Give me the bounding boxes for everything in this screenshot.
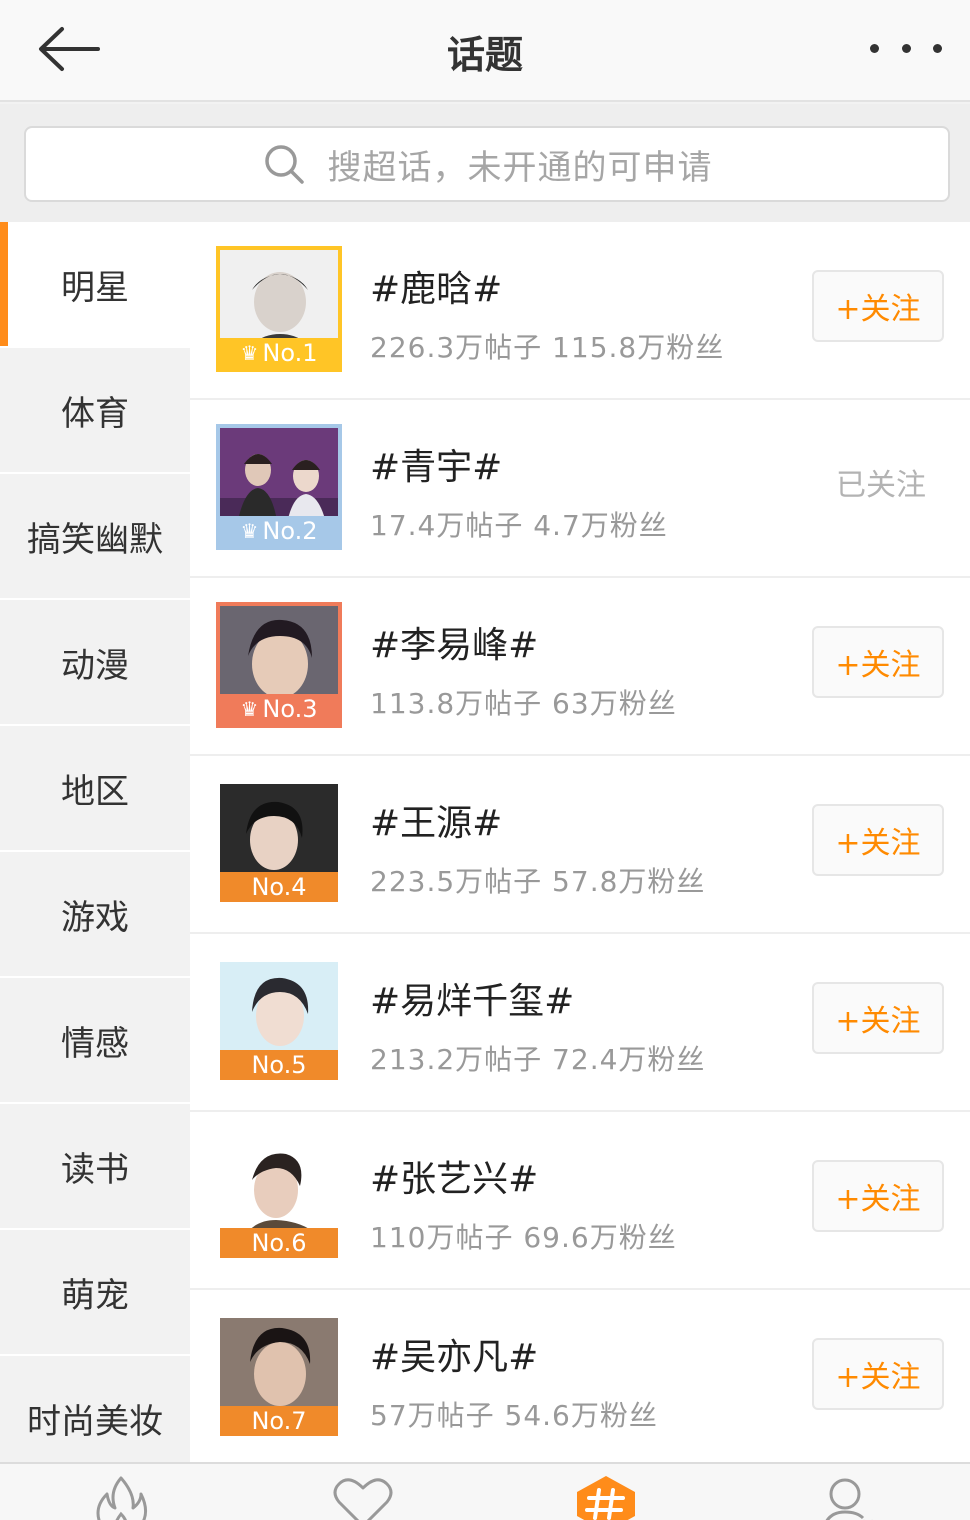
hashtag-icon	[577, 1476, 635, 1520]
follow-button[interactable]: +关注	[812, 1338, 944, 1410]
sidebar-item-comedy[interactable]: 搞笑幽默	[0, 474, 190, 600]
topic-stats: 113.8万帖子 63万粉丝	[370, 687, 677, 720]
tab-follow[interactable]	[328, 1474, 398, 1520]
topic-name: #吴亦凡#	[370, 1337, 539, 1378]
rank-badge: No.5	[220, 1050, 338, 1080]
list-item[interactable]: No.6 #张艺兴# 110万帖子 69.6万粉丝 +关注	[190, 1112, 970, 1290]
search-input[interactable]: 搜超话，未开通的可申请	[24, 126, 950, 202]
topic-stats: 213.2万帖子 72.4万粉丝	[370, 1043, 706, 1076]
sidebar-item-reading[interactable]: 读书	[0, 1104, 190, 1230]
avatar: ♛ No.3	[216, 602, 342, 728]
crown-icon: ♛	[240, 519, 259, 543]
more-dots-icon	[870, 43, 879, 53]
rank-badge: No.6	[220, 1228, 338, 1258]
rank-badge: No.7	[220, 1406, 338, 1436]
profile-hashtag-icon	[825, 1478, 873, 1520]
topic-name: #青宇#	[370, 447, 503, 488]
topic-name: #易烊千玺#	[370, 981, 575, 1022]
avatar: No.7	[216, 1314, 342, 1440]
follow-button[interactable]: +关注	[812, 270, 944, 342]
sidebar-item-emotion[interactable]: 情感	[0, 978, 190, 1104]
bottom-tab-bar	[0, 1462, 970, 1520]
list-item[interactable]: ♛ No.1 #鹿晗# 226.3万帖子 115.8万粉丝 +关注	[190, 222, 970, 400]
rank-badge: No.4	[220, 872, 338, 902]
page-title: 话题	[446, 33, 523, 77]
avatar: No.6	[216, 1136, 342, 1262]
sidebar-item-sports[interactable]: 体育	[0, 348, 190, 474]
list-item[interactable]: ♛ No.2 #青宇# 17.4万帖子 4.7万粉丝 已关注	[190, 400, 970, 578]
crown-icon: ♛	[240, 697, 259, 721]
search-placeholder: 搜超话，未开通的可申请	[327, 147, 713, 188]
search-area: 搜超话，未开通的可申请	[0, 104, 970, 222]
heart-icon	[333, 1478, 393, 1520]
follow-button[interactable]: +关注	[812, 1160, 944, 1232]
more-options-button[interactable]	[870, 28, 942, 68]
sidebar-item-games[interactable]: 游戏	[0, 852, 190, 978]
follow-button[interactable]: +关注	[812, 804, 944, 876]
topic-name: #鹿晗#	[370, 269, 503, 310]
topic-name: #张艺兴#	[370, 1159, 539, 1200]
rank-badge: ♛ No.1	[220, 338, 338, 368]
list-item[interactable]: No.4 #王源# 223.5万帖子 57.8万粉丝 +关注	[190, 756, 970, 934]
search-icon	[264, 145, 304, 184]
topic-stats: 110万帖子 69.6万粉丝	[370, 1221, 677, 1254]
avatar: ♛ No.2	[216, 424, 342, 550]
topic-stats: 57万帖子 54.6万粉丝	[370, 1399, 658, 1432]
avatar: No.5	[216, 958, 342, 1084]
list-item[interactable]: No.7 #吴亦凡# 57万帖子 54.6万粉丝 +关注	[190, 1290, 970, 1462]
topic-name: #李易峰#	[370, 625, 539, 666]
flame-icon	[96, 1476, 148, 1520]
rank-badge: ♛ No.2	[220, 516, 338, 546]
sidebar-item-region[interactable]: 地区	[0, 726, 190, 852]
top-bar: 话题	[0, 0, 970, 102]
sidebar-item-stars[interactable]: 明星	[0, 222, 190, 348]
follow-button[interactable]: +关注	[812, 626, 944, 698]
follow-button[interactable]: +关注	[812, 982, 944, 1054]
followed-button[interactable]: 已关注	[836, 460, 926, 504]
tab-topics[interactable]	[571, 1474, 641, 1520]
topic-list: ♛ No.1 #鹿晗# 226.3万帖子 115.8万粉丝 +关注 ♛ No.2 #…	[190, 222, 970, 1462]
topic-stats: 226.3万帖子 115.8万粉丝	[370, 331, 725, 364]
crown-icon: ♛	[240, 341, 259, 365]
topic-stats: 17.4万帖子 4.7万粉丝	[370, 509, 668, 542]
sidebar-item-pets[interactable]: 萌宠	[0, 1230, 190, 1356]
topic-name: #王源#	[370, 803, 503, 844]
topic-stats: 223.5万帖子 57.8万粉丝	[370, 865, 706, 898]
list-item[interactable]: No.5 #易烊千玺# 213.2万帖子 72.4万粉丝 +关注	[190, 934, 970, 1112]
tab-hot[interactable]	[86, 1474, 156, 1520]
category-sidebar: 明星 体育 搞笑幽默 动漫 地区 游戏 情感 读书 萌宠 时尚美妆	[0, 222, 190, 1482]
list-item[interactable]: ♛ No.3 #李易峰# 113.8万帖子 63万粉丝 +关注	[190, 578, 970, 756]
avatar: No.4	[216, 780, 342, 906]
avatar: ♛ No.1	[216, 246, 342, 372]
tab-profile[interactable]	[814, 1474, 884, 1520]
sidebar-item-anime[interactable]: 动漫	[0, 600, 190, 726]
rank-badge: ♛ No.3	[220, 694, 338, 724]
